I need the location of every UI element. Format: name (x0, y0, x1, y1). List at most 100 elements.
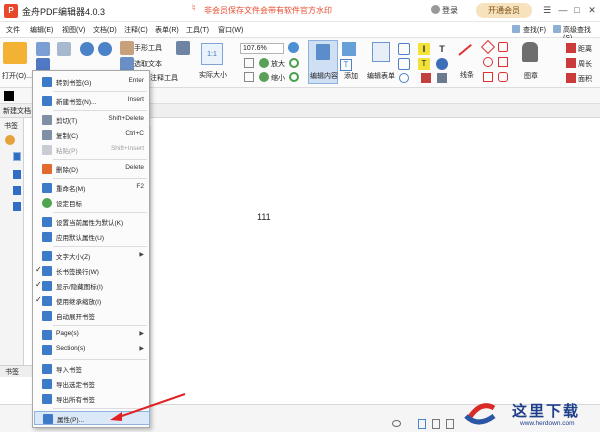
zoom-in-label[interactable]: 放大 (271, 59, 285, 69)
perimeter-label[interactable]: 周长 (578, 59, 592, 69)
add-text-icon[interactable]: T (340, 59, 352, 71)
line-label[interactable]: 线条 (460, 70, 474, 80)
rotate-ccw-icon[interactable] (289, 72, 299, 82)
ctx-inherit-zoom[interactable]: ✓ 使用继承缩放(I) (34, 294, 150, 308)
area-icon[interactable] (566, 73, 576, 83)
fit-page-icon[interactable] (244, 58, 254, 68)
pencil-icon[interactable] (421, 73, 431, 83)
ctx-set-default[interactable]: 设置当前属性为默认(K) (34, 215, 150, 229)
ctx-copy[interactable]: 复制(C) Ctrl+C (34, 128, 150, 142)
single-page-icon[interactable] (418, 419, 426, 429)
square-tool-icon[interactable] (498, 57, 508, 67)
ctx-pages[interactable]: Page(s) ▶ (34, 328, 150, 342)
radio-field-icon[interactable] (399, 73, 409, 83)
minimize-icon[interactable]: — (556, 3, 570, 17)
two-page-icon[interactable] (446, 419, 454, 429)
vip-button[interactable]: 开通会员 (476, 3, 532, 18)
bookmark-icon[interactable] (13, 202, 21, 211)
edit-form-label[interactable]: 编辑表单 (367, 71, 395, 81)
color-swatch[interactable] (4, 91, 14, 101)
rect-tool-icon[interactable] (483, 72, 493, 82)
attach-icon[interactable] (436, 58, 448, 70)
circle-tool-icon[interactable] (483, 57, 493, 67)
bookmark-icon[interactable] (13, 186, 21, 195)
menu-comment[interactable]: 注释(C) (124, 25, 148, 35)
ctx-delete[interactable]: 删除(D) Delete (34, 162, 150, 176)
cloud-tool-icon[interactable] (498, 72, 508, 82)
ctx-goto-bookmark[interactable]: 转到书签(G) Enter (34, 75, 150, 89)
zoom-out-label[interactable]: 缩小 (271, 73, 285, 83)
hand-tool-label[interactable]: 手形工具 (134, 43, 162, 53)
select-text-icon[interactable] (120, 57, 134, 71)
highlight-text-icon[interactable]: I (418, 43, 430, 55)
stamp-icon[interactable] (522, 42, 538, 62)
bookmark-bottom-label[interactable]: 书签 (5, 367, 19, 377)
add-label[interactable]: 添加 (344, 71, 358, 81)
polygon-tool-icon[interactable] (498, 42, 508, 52)
callout-text-icon[interactable]: T (418, 58, 430, 70)
pdf-page[interactable] (150, 126, 588, 404)
ctx-text-size[interactable]: 文字大小(Z) ▶ (34, 249, 150, 263)
window-menu-icon[interactable]: ☰ (540, 3, 554, 17)
stamp-label[interactable]: 图章 (524, 71, 538, 81)
menu-tools[interactable]: 工具(T) (186, 25, 209, 35)
menu-view[interactable]: 视图(V) (62, 25, 85, 35)
rotate-cw-icon[interactable] (289, 58, 299, 68)
menu-window[interactable]: 窗口(W) (218, 25, 243, 35)
camera-icon[interactable] (176, 41, 190, 55)
open-button-label[interactable]: 打开(O)... (2, 71, 32, 81)
maximize-icon[interactable]: □ (570, 3, 584, 17)
menu-form[interactable]: 表单(R) (155, 25, 179, 35)
text-field-icon[interactable] (398, 43, 410, 55)
actual-size-label[interactable]: 实际大小 (199, 70, 227, 80)
login-link[interactable]: 登录 (442, 5, 458, 16)
ctx-new-bookmark[interactable]: 新建书签(N)... Insert (34, 94, 150, 108)
menu-document[interactable]: 文档(D) (93, 25, 117, 35)
trash-icon (42, 164, 52, 174)
gear-icon[interactable] (5, 135, 15, 145)
ctx-cut[interactable]: 剪切(T) Shift+Delete (34, 113, 150, 127)
actual-size-icon[interactable]: 1:1 (201, 43, 223, 65)
zoom-in-icon[interactable] (259, 58, 269, 68)
distance-label[interactable]: 距离 (578, 44, 592, 54)
ctx-export-selected[interactable]: 导出选定书签 (34, 377, 150, 391)
add-image-icon[interactable] (342, 42, 356, 56)
ctx-wrap-long[interactable]: ✓ 长书签换行(W) (34, 264, 150, 278)
bookmark-icon[interactable] (13, 170, 21, 179)
underline-icon[interactable]: T (436, 43, 448, 55)
hand-tool-icon[interactable] (120, 41, 134, 55)
new-doc-icon[interactable] (36, 42, 50, 56)
fit-width-icon[interactable] (244, 72, 254, 82)
select-text-label[interactable]: 选取文本 (134, 59, 162, 69)
ctx-sections[interactable]: Section(s) ▶ (34, 343, 150, 357)
distance-icon[interactable] (566, 43, 576, 53)
bookmark-icon[interactable] (13, 152, 21, 161)
promo-banner[interactable]: 非会员保存文件会带有软件官方水印 (204, 5, 332, 16)
ctx-import-bookmarks[interactable]: 导入书签 (34, 362, 150, 376)
doc-tab[interactable]: 新建文档 (3, 106, 31, 116)
redo-icon[interactable] (98, 42, 112, 56)
perimeter-icon[interactable] (566, 58, 576, 68)
close-icon[interactable]: ✕ (585, 3, 599, 17)
ctx-apply-default[interactable]: 应用默认属性(U) (34, 230, 150, 244)
ctx-rename[interactable]: 重命名(M) F2 (34, 181, 150, 195)
area-label[interactable]: 面积 (578, 74, 592, 84)
email-icon[interactable] (57, 42, 71, 56)
undo-icon[interactable] (80, 42, 94, 56)
link-icon[interactable] (437, 73, 447, 83)
annotation-tool-label[interactable]: 注释工具 (150, 73, 178, 83)
zoom-add-icon[interactable] (288, 42, 299, 53)
menu-find[interactable]: 查找(F) (523, 25, 546, 35)
continuous-page-icon[interactable] (432, 419, 440, 429)
checkbox-field-icon[interactable] (398, 58, 410, 70)
ctx-auto-expand[interactable]: 自动展开书签 (34, 309, 150, 323)
ctx-set-target[interactable]: 设定目标 (34, 196, 150, 210)
zoom-out-icon[interactable] (259, 72, 269, 82)
menu-edit[interactable]: 编辑(E) (30, 25, 53, 35)
zoom-select[interactable]: 107.6% (240, 43, 284, 54)
eye-icon[interactable] (392, 420, 401, 427)
open-folder-icon[interactable] (3, 42, 27, 64)
ctx-show-hide-icons[interactable]: ✓ 显示/隐藏图标(I) (34, 279, 150, 293)
menu-file[interactable]: 文件 (6, 25, 20, 35)
edit-form-icon[interactable] (372, 42, 390, 62)
